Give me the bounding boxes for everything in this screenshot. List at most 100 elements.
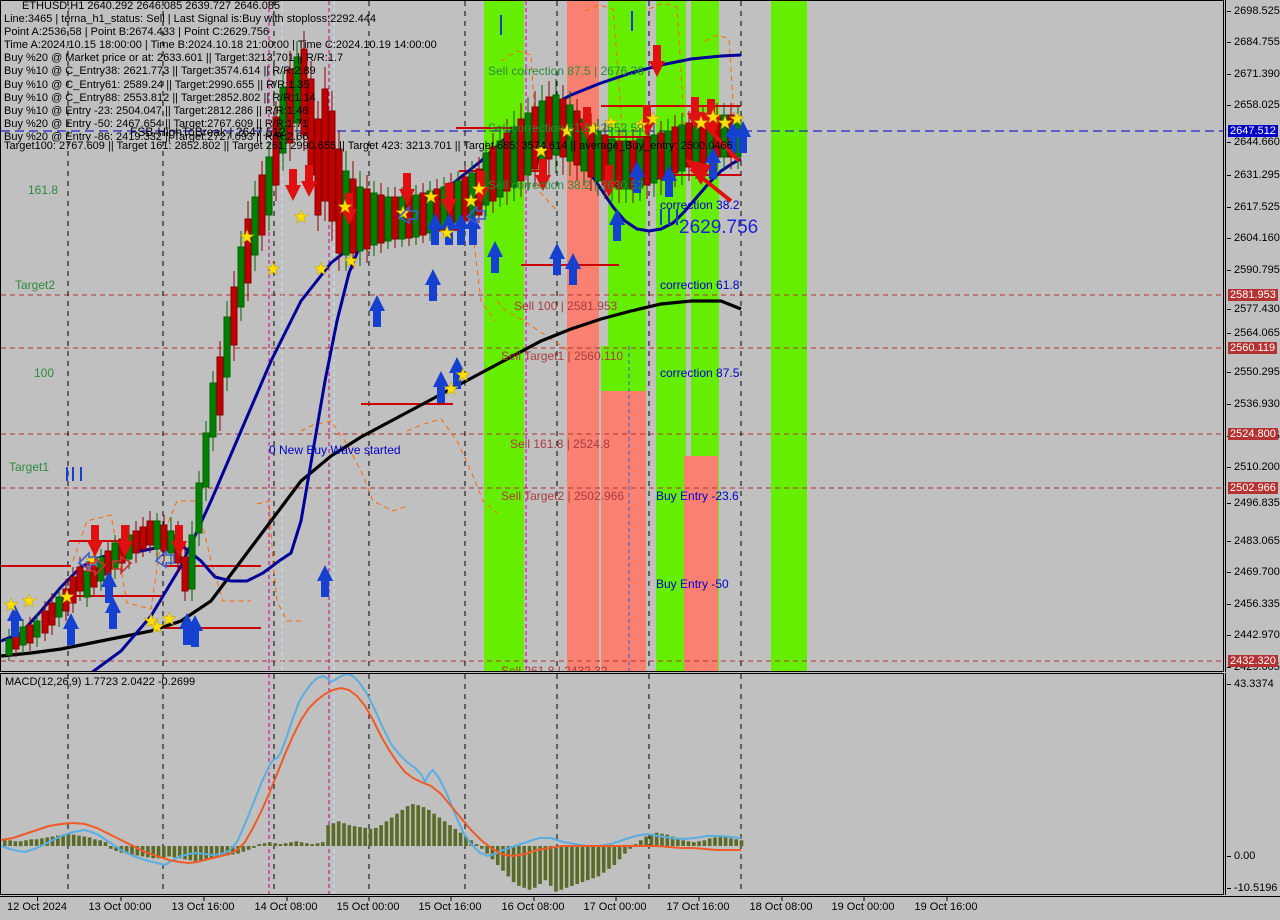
price-tick-2: 2671.390 (1227, 68, 1280, 80)
time-tick-5: 15 Oct 16:00 (418, 896, 482, 913)
macd-tick-0: 43.3374 (1227, 678, 1274, 690)
macd-hist-bar (559, 846, 564, 890)
price-tick-0: 2698.525 (1227, 5, 1280, 17)
macd-hist-bar (34, 839, 39, 846)
macd-hist-bar (564, 846, 569, 888)
price-tick-14: 2510.200 (1227, 461, 1280, 473)
price-axis[interactable]: 2698.525 2684.755 2671.390 2658.025 2644.660… (1225, 0, 1280, 673)
macd-indicator-label: MACD(12,26,9) 1.7723 2.0422 -0.2699 (5, 676, 196, 688)
macd-hist-bar (172, 846, 177, 858)
time-axis[interactable]: 12 Oct 2024 13 Oct 00:00 13 Oct 16:00 14 Oc… (0, 896, 1280, 920)
macd-hist-bar (246, 846, 251, 850)
price-tick-1: 2684.755 (1227, 36, 1280, 48)
macd-hist-bar (596, 846, 601, 877)
price-badge-2: 2560.119 (1228, 342, 1278, 354)
macd-hist-bar (405, 806, 410, 846)
macd-hist-bar (517, 846, 521, 886)
macd-hist-bar (718, 836, 723, 846)
price-badge-4: 2502.966 (1228, 482, 1278, 494)
macd-hist-bar (612, 846, 617, 865)
macd-hist-bar (543, 846, 548, 881)
macd-hist-bar (623, 846, 627, 854)
price-tick-9: 2577.430 (1227, 303, 1280, 315)
macd-hist-bar (268, 842, 272, 846)
macd-hist-bar (421, 807, 426, 846)
macd-hist-bar (548, 846, 553, 886)
time-tick-9: 18 Oct 08:00 (749, 896, 813, 913)
macd-hist-bar (580, 846, 585, 883)
macd-hist-bar (262, 843, 267, 846)
time-tick-2: 13 Oct 16:00 (171, 896, 235, 913)
time-tick-4: 15 Oct 00:00 (336, 896, 400, 913)
macd-hist-bar (93, 839, 97, 846)
price-badge-3: 2524.800 (1228, 428, 1278, 440)
macd-hist-bar (82, 836, 87, 846)
macd-hist-bar (495, 846, 500, 865)
macd-hist-bar (729, 838, 733, 846)
macd-tick-1: 0.00 (1226, 850, 1256, 862)
macd-hist-bar (18, 841, 23, 847)
macd-hist-bar (29, 839, 34, 846)
macd-hist-bar (109, 846, 113, 849)
macd-hist-bar (24, 840, 28, 846)
macd-hist-bar (734, 839, 738, 846)
macd-hist-bar (283, 843, 288, 846)
macd-hist-bar (252, 846, 256, 848)
macd-hist-bar (151, 846, 155, 859)
macd-hist-bar (448, 825, 452, 846)
price-tick-11: 2550.295 (1227, 366, 1280, 378)
price-tick-6: 2617.525 (1227, 201, 1280, 213)
time-tick-10: 19 Oct 00:00 (831, 896, 895, 913)
price-chart-svg (1, 1, 1223, 671)
macd-hist-bar (162, 846, 166, 858)
zone-bands (484, 1, 807, 671)
price-tick-16: 2483.065 (1227, 535, 1280, 547)
macd-hist-bar (607, 846, 611, 869)
macd-hist-bar (384, 821, 389, 846)
macd-hist-bar (570, 846, 574, 886)
macd-hist-bar (342, 823, 346, 846)
macd-pane[interactable]: MACD(12,26,9) 1.7723 2.0422 -0.2699 (0, 673, 1224, 895)
macd-hist-bar (538, 846, 542, 884)
macd-hist-bar (432, 813, 436, 846)
macd-hist-bar (130, 846, 134, 855)
macd-hist-bar (474, 844, 479, 846)
macd-hist-bar (352, 826, 357, 846)
macd-hist-bar (601, 846, 606, 873)
price-tick-19: 2442.970 (1227, 629, 1280, 641)
macd-hist-bar (586, 846, 590, 881)
price-tick-5: 2631.295 (1227, 169, 1280, 181)
price-tick-12: 2536.930 (1227, 398, 1280, 410)
macd-hist-bar (310, 844, 314, 846)
macd-hist-bar (326, 825, 330, 846)
macd-histogram (3, 804, 744, 892)
macd-hist-bar (400, 809, 405, 846)
macd-hist-bar (273, 843, 277, 846)
macd-hist-bar (575, 846, 579, 884)
macd-hist-bar (389, 817, 394, 846)
macd-hist-bar (411, 804, 415, 846)
macd-hist-bar (617, 846, 622, 860)
price-chart-pane[interactable]: Sell correction 87.5 | 2676.36 Sell corre… (0, 0, 1224, 672)
macd-axis[interactable]: 43.3374 0.00 -10.5196 (1225, 673, 1280, 895)
macd-hist-bar (713, 837, 717, 846)
macd-hist-bar (739, 840, 744, 846)
macd-hist-bar (437, 817, 442, 846)
macd-hist-bar (321, 842, 325, 846)
macd-hist-bar (257, 844, 261, 846)
macd-hist-bar (374, 827, 378, 846)
star-marker-9 (293, 209, 309, 224)
star-marker-10 (313, 261, 329, 276)
macd-hist-bar (368, 828, 373, 846)
star-marker-1 (21, 593, 37, 608)
macd-hist-bar (241, 846, 246, 852)
macd-hist-bar (379, 825, 383, 846)
macd-hist-bar (723, 837, 728, 846)
macd-event-vlines (268, 674, 335, 894)
macd-hist-bar (347, 825, 352, 846)
price-tick-10: 2564.065 (1227, 327, 1280, 339)
price-tick-15: 2496.835 (1227, 497, 1280, 509)
price-badge-5: 2432.320 (1228, 655, 1278, 667)
price-badge-0: 2647.512 (1228, 125, 1278, 137)
macd-hist-bar (3, 840, 7, 846)
